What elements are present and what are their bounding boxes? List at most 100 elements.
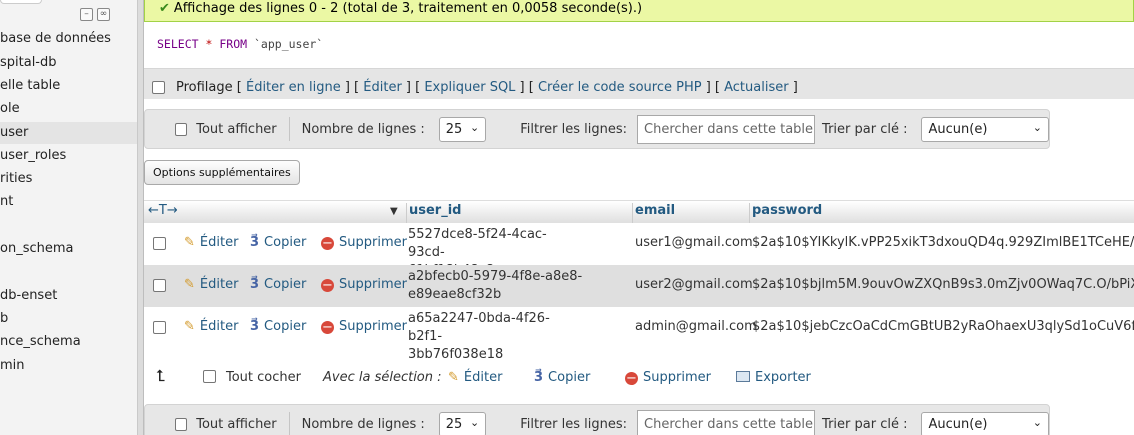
arrow-up-left-icon: ⮤: [156, 366, 166, 385]
bulk-delete-button[interactable]: − Supprimer: [625, 370, 711, 385]
copy-row-button[interactable]: 3⃗ Copier: [250, 319, 306, 334]
sql-select-keyword: SELECT: [157, 37, 199, 51]
sort-key-label: Trier par clé :: [822, 416, 908, 432]
delete-icon: −: [321, 236, 334, 251]
bulk-edit-button[interactable]: ✎ Éditer: [448, 370, 502, 385]
nav-item[interactable]: on_schema: [0, 238, 137, 260]
table-navigation-bottom: Tout afficher Nombre de lignes : 25 ⌄ Fil…: [144, 404, 1050, 435]
main-content: ✔ Affichage des lignes 0 - 2 (total de 3,…: [144, 0, 1134, 435]
nav-item[interactable]: elle table: [0, 75, 137, 97]
pencil-icon: ✎: [184, 277, 195, 292]
copy-icon: 3⃗: [534, 370, 544, 385]
sort-key-select[interactable]: Aucun(e) ⌄: [921, 116, 1049, 142]
column-header-email[interactable]: email: [635, 203, 675, 218]
nav-controls: – ∞: [80, 8, 110, 21]
nav-item[interactable]: b: [0, 308, 137, 330]
nav-header-tab[interactable]: [0, 0, 42, 4]
chevron-down-icon: ⌄: [470, 120, 480, 134]
nav-item[interactable]: nce_schema: [0, 331, 137, 353]
copy-icon: 3⃗: [250, 235, 260, 250]
nav-item[interactable]: spital-db: [0, 52, 137, 74]
cell-user-id[interactable]: a65a2247-0bda-4f26-b2f1- 3bb76f038e18: [408, 310, 583, 364]
row-checkbox[interactable]: [153, 279, 166, 292]
with-selection-label: Avec la sélection :: [323, 370, 442, 385]
check-all-label[interactable]: Tout cocher: [226, 370, 301, 385]
nav-item[interactable]: rities: [0, 168, 137, 190]
nav-item-active[interactable]: user: [0, 122, 137, 144]
delete-row-button[interactable]: − Supprimer: [321, 277, 407, 292]
column-header-user-id[interactable]: user_id: [409, 203, 461, 218]
export-icon: [736, 371, 750, 382]
cell-password[interactable]: $2a$10$bjlm5M.9ouvOwZXQnB9s3.0mZjv0OWaq7…: [752, 277, 1134, 292]
table-navigation-top: Tout afficher Nombre de lignes : 25 ⌄ Fil…: [144, 109, 1050, 149]
edit-row-button[interactable]: ✎ Éditer: [184, 235, 238, 250]
checkmark-icon: ✔: [159, 1, 170, 16]
sort-arrow-icon[interactable]: ▼: [390, 206, 398, 217]
pencil-icon: ✎: [184, 319, 195, 334]
row-checkbox[interactable]: [153, 237, 166, 250]
table-row: ✎ Éditer 3⃗ Copier − Supprimer a65a2247-0bd…: [144, 307, 1134, 362]
table-header: ←T→ ▼ user_id email password: [144, 200, 1134, 226]
nav-item[interactable]: ole: [0, 98, 137, 120]
extra-options-button[interactable]: Options supplémentaires: [144, 160, 300, 185]
cell-password[interactable]: $2a$10$YIKkylK.vPP25xikT3dxouQD4q.929ZIm…: [752, 235, 1134, 250]
inline-edit-link[interactable]: Éditer en ligne: [246, 80, 341, 95]
bulk-copy-button[interactable]: 3⃗ Copier: [534, 370, 590, 385]
success-text: Affichage des lignes 0 - 2 (total de 3, …: [173, 1, 643, 16]
cell-email[interactable]: admin@gmail.com: [635, 319, 757, 334]
delete-icon: −: [625, 371, 638, 386]
rows-count-label: Nombre de lignes :: [301, 416, 425, 432]
show-all-checkbox[interactable]: [175, 417, 188, 431]
nav-item[interactable]: min: [0, 355, 137, 377]
check-all-checkbox[interactable]: [203, 370, 216, 383]
sort-key-select[interactable]: Aucun(e) ⌄: [921, 411, 1049, 435]
sort-key-label: Trier par clé :: [822, 121, 908, 137]
show-all-label: Tout afficher: [196, 416, 277, 432]
nav-item[interactable]: nt: [0, 191, 137, 213]
nav-item[interactable]: base de données: [0, 28, 137, 50]
profiling-checkbox[interactable]: [152, 81, 165, 94]
rows-count-select[interactable]: 25 ⌄: [438, 116, 487, 142]
edit-row-button[interactable]: ✎ Éditer: [184, 319, 238, 334]
navigation-panel: – ∞ base de données spital-db elle table…: [0, 0, 138, 435]
filter-rows-input[interactable]: Chercher dans cette table: [637, 409, 816, 435]
table-row: ✎ Éditer 3⃗ Copier − Supprimer 5527dce8-5f2…: [144, 223, 1134, 278]
show-all-checkbox[interactable]: [175, 122, 188, 136]
explain-sql-link[interactable]: Expliquer SQL: [424, 80, 515, 95]
delete-icon: −: [321, 278, 334, 293]
profiling-bar: Profilage [ Éditer en ligne ] [ Éditer ]…: [144, 68, 1134, 99]
collapse-all-icon[interactable]: –: [80, 8, 93, 21]
edit-row-button[interactable]: ✎ Éditer: [184, 277, 238, 292]
pencil-icon: ✎: [448, 370, 459, 385]
cell-email[interactable]: user1@gmail.com: [635, 235, 753, 250]
row-checkbox[interactable]: [153, 321, 166, 334]
filter-rows-input[interactable]: Chercher dans cette table: [637, 114, 816, 144]
cell-email[interactable]: user2@gmail.com: [635, 277, 753, 292]
chevron-down-icon: ⌄: [1032, 415, 1042, 429]
column-arrows-icon[interactable]: ←T→: [148, 203, 178, 218]
filter-rows-label: Filtrer les lignes:: [520, 416, 628, 432]
show-all-label: Tout afficher: [196, 121, 277, 137]
pencil-icon: ✎: [184, 235, 195, 250]
bulk-export-button[interactable]: Exporter: [736, 370, 811, 385]
rows-count-select[interactable]: 25 ⌄: [438, 411, 487, 435]
edit-query-link[interactable]: Éditer: [363, 80, 402, 95]
cell-password[interactable]: $2a$10$jebCzcOaCdCmGBtUB2yRaOhaexU3qlySd…: [752, 319, 1134, 334]
create-php-code-link[interactable]: Créer le code source PHP: [538, 80, 702, 95]
delete-row-button[interactable]: − Supprimer: [321, 235, 407, 250]
link-icon[interactable]: ∞: [97, 8, 110, 21]
nav-item[interactable]: user_roles: [0, 145, 137, 167]
filter-rows-label: Filtrer les lignes:: [520, 121, 628, 137]
profiling-label: Profilage: [176, 80, 233, 95]
copy-row-button[interactable]: 3⃗ Copier: [250, 235, 306, 250]
copy-row-button[interactable]: 3⃗ Copier: [250, 277, 306, 292]
nav-item[interactable]: db-enset: [0, 285, 137, 307]
copy-icon: 3⃗: [250, 277, 260, 292]
sql-query: SELECT * FROM `app_user`: [144, 22, 1134, 68]
refresh-link[interactable]: Actualiser: [724, 80, 788, 95]
cell-user-id[interactable]: a2bfecb0-5979-4f8e-a8e8- e89eae8cf32b: [408, 268, 583, 304]
column-header-password[interactable]: password: [752, 203, 822, 218]
sql-star: *: [205, 37, 213, 51]
success-message: ✔ Affichage des lignes 0 - 2 (total de 3,…: [144, 0, 1134, 22]
delete-row-button[interactable]: − Supprimer: [321, 319, 407, 334]
